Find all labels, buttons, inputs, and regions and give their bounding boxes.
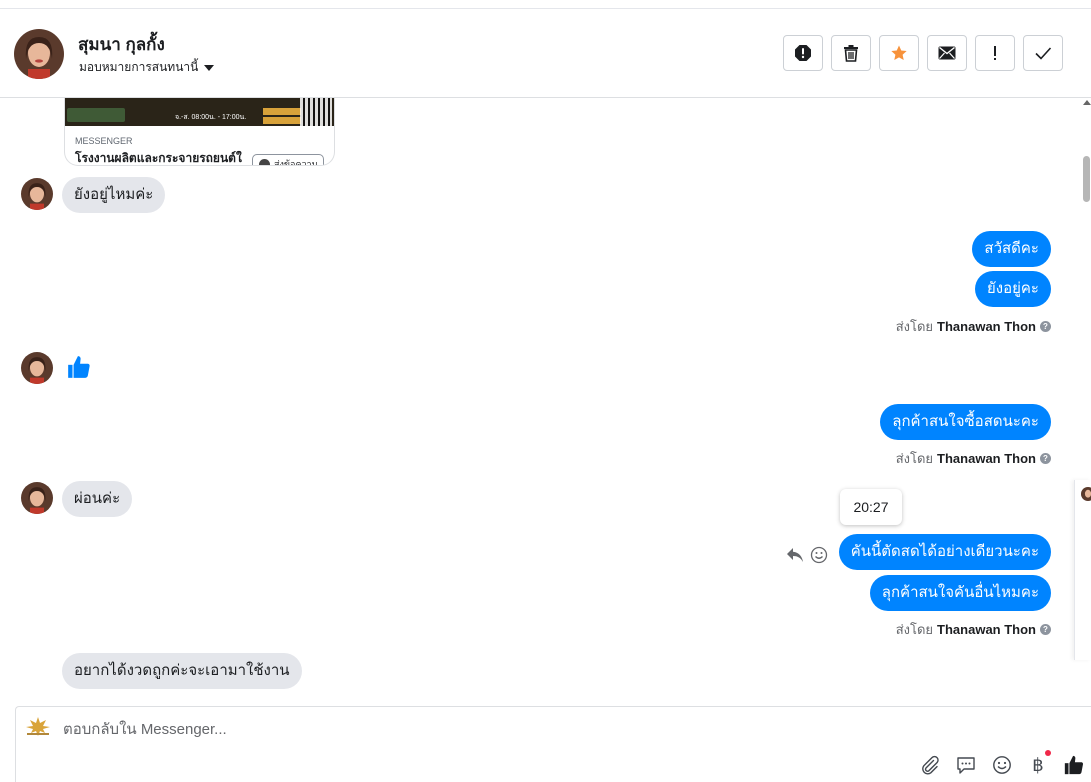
follow-up-icon — [994, 46, 996, 60]
message-actions — [786, 546, 828, 564]
assign-label: มอบหมายการสนทนานี้ — [79, 60, 199, 74]
attachment-send-message-button[interactable]: ส่งข้อความ — [252, 154, 324, 166]
done-check-icon — [1035, 47, 1052, 60]
scroll-thumb[interactable] — [1083, 156, 1090, 202]
incoming-message[interactable]: อยากได้งวดถูกค่ะจะเอามาใช้งาน — [62, 653, 302, 689]
incoming-message[interactable]: ยังอยู่ไหมค่ะ — [62, 177, 166, 213]
outgoing-message[interactable]: ลุกค้าสนใจคันอื่นไหมคะ — [869, 575, 1051, 611]
mark-unread-icon — [938, 46, 956, 60]
sent-by-agent[interactable]: Thanawan Thon — [937, 622, 1036, 637]
message-thread[interactable]: จ.-ส. 08:00น. - 17:00น. MESSENGER โรงงาน… — [0, 98, 1091, 704]
react-emoji-icon[interactable] — [810, 546, 828, 564]
contact-avatar-mini — [1081, 487, 1091, 501]
baht-icon: ฿ — [1032, 754, 1044, 776]
sent-by-agent[interactable]: Thanawan Thon — [937, 451, 1036, 466]
help-icon[interactable]: ? — [1040, 321, 1051, 332]
sent-by-agent[interactable]: Thanawan Thon — [937, 319, 1036, 334]
attach-button[interactable] — [919, 754, 941, 776]
qr-code-image — [300, 98, 332, 126]
notification-dot — [1045, 750, 1051, 756]
follow-up-button[interactable] — [975, 35, 1015, 71]
star-icon — [891, 45, 907, 61]
contact-avatar-small[interactable] — [21, 482, 53, 514]
scroll-up-arrow-icon[interactable] — [1083, 100, 1091, 105]
contact-avatar[interactable] — [14, 29, 64, 79]
saved-replies-icon — [957, 757, 975, 774]
help-icon[interactable]: ? — [1040, 624, 1051, 635]
send-like-button[interactable] — [1063, 754, 1085, 776]
outgoing-message[interactable]: สวัสดีคะ — [972, 231, 1051, 267]
payment-button[interactable]: ฿ — [1027, 750, 1051, 776]
attachment-send-label: ส่งข้อความ — [274, 159, 318, 166]
reply-input[interactable] — [63, 717, 763, 741]
page-logo-icon — [24, 715, 52, 737]
sent-by-line: ส่งโดย Thanawan Thon ? — [896, 448, 1051, 469]
report-spam-icon — [795, 45, 811, 61]
attachment-banner-image: จ.-ส. 08:00น. - 17:00น. — [65, 98, 334, 126]
reply-icon[interactable] — [786, 547, 804, 563]
mark-unread-button[interactable] — [927, 35, 967, 71]
timestamp-tooltip: 20:27 — [840, 489, 902, 525]
incoming-message[interactable]: ผ่อนค่ะ — [62, 481, 133, 517]
star-button[interactable] — [879, 35, 919, 71]
attachment-source: MESSENGER — [75, 136, 133, 146]
emoji-icon — [993, 756, 1011, 774]
outgoing-message[interactable]: ยังอยู่คะ — [974, 271, 1051, 307]
sent-by-line: ส่งโดย Thanawan Thon ? — [896, 619, 1051, 640]
thumbs-up-icon — [1064, 755, 1084, 775]
sent-by-prefix: ส่งโดย — [895, 622, 934, 637]
conversation-header: สุมนา กุลกั้ง มอบหมายการสนทนานี้ — [0, 8, 1091, 98]
help-icon[interactable]: ? — [1040, 453, 1051, 464]
contact-avatar-small[interactable] — [21, 352, 53, 384]
caret-down-icon — [204, 64, 215, 71]
outgoing-message[interactable]: คันนี้ตัดสดได้อย่างเดียวนะคะ — [838, 534, 1051, 570]
thumbs-up-icon — [68, 356, 90, 378]
sent-by-line: ส่งโดย Thanawan Thon ? — [896, 316, 1051, 337]
sent-by-prefix: ส่งโดย — [895, 319, 934, 334]
shared-post-attachment[interactable]: จ.-ส. 08:00น. - 17:00น. MESSENGER โรงงาน… — [64, 98, 335, 166]
collapsed-side-panel[interactable] — [1074, 480, 1091, 660]
composer-toolbar: ฿ — [919, 750, 1085, 776]
sent-by-prefix: ส่งโดย — [895, 451, 934, 466]
contact-name[interactable]: สุมนา กุลกั้ง — [78, 31, 165, 58]
contact-avatar-small[interactable] — [21, 178, 53, 210]
delete-button[interactable] — [831, 35, 871, 71]
incoming-like-message[interactable] — [66, 354, 92, 385]
outgoing-message[interactable]: ลุกค้าสนใจซื้อสดนะคะ — [880, 404, 1051, 440]
mark-done-button[interactable] — [1023, 35, 1063, 71]
paperclip-icon — [922, 755, 939, 775]
saved-replies-button[interactable] — [955, 754, 977, 776]
inbox-conversation-view: สุมนา กุลกั้ง มอบหมายการสนทนานี้ จ.-ส. 0… — [0, 0, 1091, 782]
assign-conversation-dropdown[interactable]: มอบหมายการสนทนานี้ — [79, 58, 215, 77]
messenger-icon — [259, 158, 270, 165]
report-spam-button[interactable] — [783, 35, 823, 71]
emoji-button[interactable] — [991, 754, 1013, 776]
header-toolbar — [783, 35, 1063, 71]
trash-icon — [844, 45, 858, 62]
attachment-banner-hours: จ.-ส. 08:00น. - 17:00น. — [175, 114, 247, 121]
attachment-title: โรงงานผลิตและกระจายรถยนต์ใ — [75, 151, 242, 165]
reply-composer: ฿ — [15, 706, 1091, 782]
